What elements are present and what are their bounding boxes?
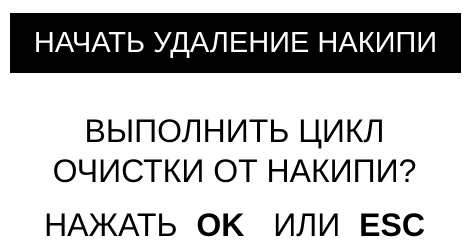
key-prompt: НАЖАТЬ OK ИЛИ ESC [0,205,469,245]
prompt-press-label: НАЖАТЬ [44,207,178,243]
question-line-1: ВЫПОЛНИТЬ ЦИКЛ [84,113,385,149]
ok-key-label: OK [196,207,245,243]
descale-question: ВЫПОЛНИТЬ ЦИКЛ ОЧИСТКИ ОТ НАКИПИ? [0,111,469,191]
prompt-or-label: ИЛИ [273,207,341,243]
screen-title: НАЧАТЬ УДАЛЕНИЕ НАКИПИ [10,13,461,73]
question-line-2: ОЧИСТКИ ОТ НАКИПИ? [52,153,417,189]
esc-key-label: ESC [359,207,425,243]
descale-screen: НАЧАТЬ УДАЛЕНИЕ НАКИПИ ВЫПОЛНИТЬ ЦИКЛ ОЧ… [0,0,469,248]
